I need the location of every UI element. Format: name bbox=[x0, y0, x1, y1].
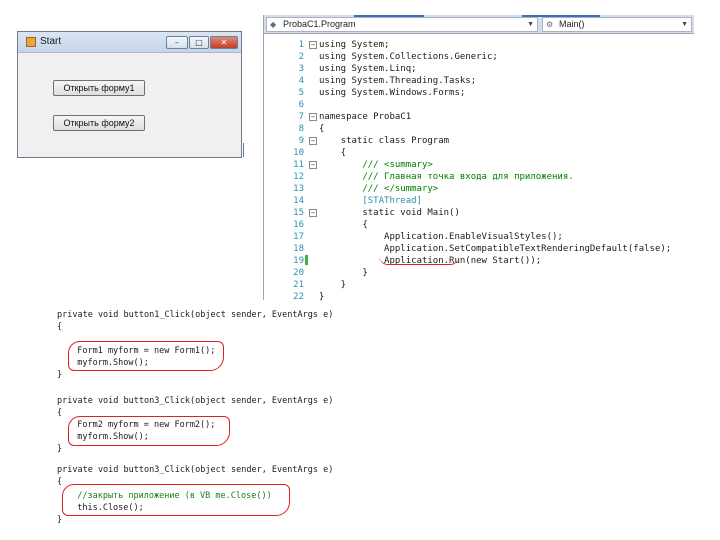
code-line: } bbox=[319, 280, 347, 290]
snippet1-header: private void button1_Click(object sender… bbox=[57, 310, 334, 320]
code-line: using System.Linq; bbox=[319, 64, 417, 74]
line-number: 22 bbox=[293, 292, 304, 302]
collapse-icon[interactable]: − bbox=[309, 41, 317, 49]
collapse-icon[interactable]: − bbox=[309, 113, 317, 121]
line-number: 6 bbox=[298, 100, 304, 110]
line-number: 11 bbox=[293, 160, 304, 170]
app-icon bbox=[26, 37, 36, 47]
code-line: { bbox=[319, 124, 325, 134]
line-number: 12 bbox=[293, 172, 304, 182]
code-line: } bbox=[319, 292, 325, 302]
code-line: { bbox=[319, 220, 368, 230]
snippet2-close-brace: } bbox=[57, 444, 63, 454]
code-line: using System; bbox=[319, 40, 390, 50]
snippet1-highlight bbox=[68, 341, 224, 371]
code-comment-line: /// <summary> bbox=[319, 160, 433, 170]
code-line: namespace ProbaC1 bbox=[319, 112, 412, 122]
line-number: 16 bbox=[293, 220, 304, 230]
code-line: using System.Collections.Generic; bbox=[319, 52, 498, 62]
line-number: 2 bbox=[298, 52, 304, 62]
collapse-icon[interactable]: − bbox=[309, 137, 317, 145]
line-number: 19 bbox=[293, 256, 304, 266]
snippet1-close-brace: } bbox=[57, 370, 63, 380]
snippet2-header: private void button3_Click(object sender… bbox=[57, 396, 334, 406]
line-number: 4 bbox=[298, 76, 304, 86]
code-line: } bbox=[319, 268, 368, 278]
line-number: 1 bbox=[298, 40, 304, 50]
line-number: 7 bbox=[298, 112, 304, 122]
snippet3-open-brace: { bbox=[57, 477, 63, 487]
code-comment-line: /// Главная точка входа для приложения. bbox=[319, 172, 574, 182]
open-form2-button[interactable]: Открыть форму2 bbox=[53, 115, 145, 131]
code-editor: ◆ ProbaC1.Program ▼ ⚙ Main() ▼ 1 − using… bbox=[263, 15, 694, 302]
line-number: 17 bbox=[293, 232, 304, 242]
maximize-icon[interactable]: □ bbox=[189, 36, 209, 49]
line-number: 15 bbox=[293, 208, 304, 218]
window-title: Start bbox=[40, 36, 62, 47]
code-line: static class Program bbox=[319, 136, 450, 146]
minimize-icon[interactable]: – bbox=[166, 36, 188, 49]
changed-line-marker bbox=[305, 255, 308, 265]
line-number: 18 bbox=[293, 244, 304, 254]
start-window: Start – □ ✕ Открыть форму1 Открыть форму… bbox=[17, 31, 242, 158]
snippet3-close-brace: } bbox=[57, 515, 63, 525]
line-number: 21 bbox=[293, 280, 304, 290]
line-number: 20 bbox=[293, 268, 304, 278]
collapse-icon[interactable]: − bbox=[309, 161, 317, 169]
window-edge-divider bbox=[243, 143, 244, 157]
snippet2-highlight bbox=[68, 416, 230, 446]
code-line: Application.EnableVisualStyles(); bbox=[319, 232, 563, 242]
line-number: 8 bbox=[298, 124, 304, 134]
line-number: 10 bbox=[293, 148, 304, 158]
open-form1-button[interactable]: Открыть форму1 bbox=[53, 80, 145, 96]
snippet3-header: private void button3_Click(object sender… bbox=[57, 465, 334, 475]
code-line: Application.SetCompatibleTextRenderingDe… bbox=[319, 244, 672, 254]
code-line: using System.Threading.Tasks; bbox=[319, 76, 477, 86]
line-number: 3 bbox=[298, 64, 304, 74]
close-icon[interactable]: ✕ bbox=[210, 36, 238, 49]
line-number: 13 bbox=[293, 184, 304, 194]
snippet1-open-brace: { bbox=[57, 322, 63, 332]
code-line: using System.Windows.Forms; bbox=[319, 88, 466, 98]
start-window-titlebar[interactable]: Start – □ ✕ bbox=[18, 32, 241, 53]
collapse-icon[interactable]: − bbox=[309, 209, 317, 217]
line-number: 14 bbox=[293, 196, 304, 206]
line-number: 9 bbox=[298, 136, 304, 146]
code-area[interactable]: 1 − using System; 2 using System.Collect… bbox=[264, 20, 694, 302]
code-line: static void Main() bbox=[319, 208, 460, 218]
code-comment-line: /// </summary> bbox=[319, 184, 439, 194]
snippet3-highlight bbox=[62, 484, 290, 516]
snippet2-open-brace: { bbox=[57, 408, 63, 418]
code-line: [STAThread] bbox=[319, 196, 422, 206]
code-line: { bbox=[319, 148, 347, 158]
line-number: 5 bbox=[298, 88, 304, 98]
run-call-underline bbox=[379, 256, 459, 265]
